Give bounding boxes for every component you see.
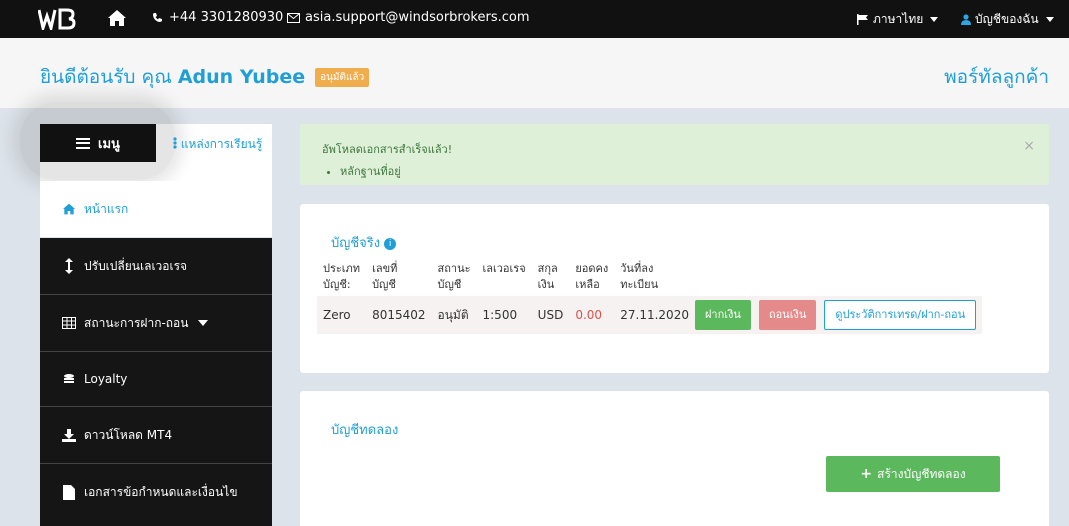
real-accounts-title-text: บัญชีจริง <box>331 236 381 251</box>
upload-success-alert: อัพโหลดเอกสารสำเร็จแล้ว! หลักฐานที่อยู่ … <box>300 124 1049 185</box>
withdraw-button[interactable]: ถอนเงิน <box>758 300 817 330</box>
account-label: บัญชีของฉัน <box>975 12 1039 26</box>
real-accounts-title: บัญชีจริง i <box>331 232 397 253</box>
sidebar-item-terms[interactable]: เอกสารข้อกำหนดและเงื่อนไข <box>40 464 272 520</box>
caret-down-icon <box>198 320 209 326</box>
sidebar-item-label: Loyalty <box>84 372 128 386</box>
real-accounts-panel: บัญชีจริง i ประเภท บัญชี: เลขที่ บัญชี สถาน… <box>300 204 1049 373</box>
client-name: Adun Yubee <box>177 66 306 88</box>
close-icon[interactable]: × <box>1023 138 1035 154</box>
client-portal-link[interactable]: พอร์ทัลลูกค้า <box>944 62 1049 92</box>
sidebar-item-label: เอกสารข้อกำหนดและเงื่อนไข <box>84 484 238 499</box>
flag-icon <box>857 14 868 25</box>
col-header-balance: ยอดคง เหลือ <box>575 262 609 291</box>
account-type: Zero <box>317 296 367 334</box>
sidebar-item-label: ดาวน์โหลด MT4 <box>84 427 173 442</box>
deposit-button[interactable]: ฝากเงิน <box>694 300 751 330</box>
email-address: asia.support@windsorbrokers.com <box>305 10 530 25</box>
download-icon <box>62 428 76 442</box>
sidebar-item-leverage[interactable]: ปรับเปลี่ยนเลเวอเรจ <box>40 238 272 294</box>
support-email[interactable]: asia.support@windsorbrokers.com <box>287 10 530 25</box>
home-icon <box>62 203 76 215</box>
sidebar-item-loyalty[interactable]: Loyalty <box>40 352 272 406</box>
status-badge: อนุมัติแล้ว <box>315 67 370 87</box>
top-navbar: +44 3301280930 asia.support@windsorbroke… <box>0 0 1069 38</box>
sidebar-item-more <box>40 520 272 526</box>
ellipsis-vertical-icon <box>173 137 177 149</box>
sidebar-item-label: สถานะการฝาก-ถอน <box>84 315 189 330</box>
my-account-dropdown[interactable]: บัญชีของฉัน <box>961 10 1054 29</box>
alert-list: หลักฐานที่อยู่ <box>340 162 1027 180</box>
sidebar-item-transactions[interactable]: สถานะการฝาก-ถอน <box>40 295 272 351</box>
info-icon[interactable]: i <box>384 237 397 250</box>
alert-item: หลักฐานที่อยู่ <box>340 162 1027 180</box>
support-phone[interactable]: +44 3301280930 <box>152 10 283 25</box>
arrows-vertical-icon <box>62 258 76 274</box>
chevron-down-icon <box>930 17 939 22</box>
welcome-header: ยินดีต้อนรับ คุณ Adun Yubee อนุมัติแล้ว … <box>0 38 1069 108</box>
home-icon[interactable] <box>107 9 127 27</box>
table-header-row: ประเภท บัญชี: เลขที่ บัญชี สถานะ บัญชี เลเว… <box>317 261 982 296</box>
col-header-number: เลขที่ บัญชี <box>372 262 398 291</box>
learning-resources-label: แหล่งการเรียนรู้ <box>180 137 263 151</box>
account-leverage: 1:500 <box>476 296 532 334</box>
sidebar-item-download-mt4[interactable]: ดาวน์โหลด MT4 <box>40 407 272 463</box>
create-demo-account-button[interactable]: + สร้างบัญชีทดลอง <box>826 456 1000 492</box>
user-icon <box>961 14 971 25</box>
demo-accounts-title: บัญชีทดลอง <box>331 423 399 438</box>
account-status: อนุมัติ <box>431 296 477 334</box>
sidebar-item-label: ปรับเปลี่ยนเลเวอเรจ <box>84 258 188 273</box>
col-header-currency: สกุล เงิน <box>537 262 558 291</box>
col-header-leverage: เลเวอเรจ <box>482 262 526 275</box>
phone-number: +44 3301280930 <box>169 10 284 25</box>
plus-icon: + <box>860 466 873 482</box>
sidebar-item-home[interactable]: หน้าแรก <box>40 181 272 237</box>
language-dropdown[interactable]: ภาษาไทย <box>857 10 939 29</box>
account-registered-date: 27.11.2020 <box>614 296 695 334</box>
windsor-brokers-logo[interactable] <box>38 8 76 30</box>
account-number: 8015402 <box>366 296 432 334</box>
greeting-text: ยินดีต้อนรับ คุณ <box>40 66 172 88</box>
alert-title: อัพโหลดเอกสารสำเร็จแล้ว! <box>322 143 453 156</box>
col-header-status: สถานะ บัญชี <box>437 262 471 291</box>
col-header-registered: วันที่ลง ทะเบียน <box>620 262 659 291</box>
menu-toggle-button[interactable]: เมนู <box>40 124 156 162</box>
account-balance: 0.00 <box>569 296 615 334</box>
envelope-icon <box>287 12 300 23</box>
menu-label: เมนู <box>98 136 120 152</box>
trade-history-button[interactable]: ดูประวัติการเทรด/ฝาก-ถอน <box>824 300 977 330</box>
document-icon <box>62 484 76 500</box>
hamburger-icon <box>76 137 91 149</box>
col-header-type: ประเภท บัญชี: <box>323 262 361 291</box>
phone-icon <box>153 13 162 22</box>
table-icon <box>62 317 76 329</box>
learning-resources-link[interactable]: แหล่งการเรียนรู้ <box>170 135 265 153</box>
sidebar-item-label: หน้าแรก <box>84 201 129 216</box>
table-row: Zero 8015402 อนุมัติ 1:500 USD 0.00 27.1… <box>317 296 983 334</box>
coins-icon <box>62 373 76 385</box>
chevron-down-icon <box>1045 17 1054 22</box>
account-currency: USD <box>531 296 570 334</box>
create-demo-label: สร้างบัญชีทดลอง <box>877 466 966 481</box>
accounts-table: ประเภท บัญชี: เลขที่ บัญชี สถานะ บัญชี เลเว… <box>317 261 983 334</box>
page-title: ยินดีต้อนรับ คุณ Adun Yubee อนุมัติแล้ว <box>40 62 370 92</box>
language-label: ภาษาไทย <box>873 12 924 26</box>
